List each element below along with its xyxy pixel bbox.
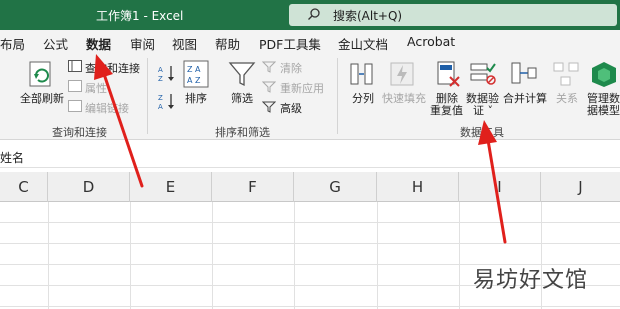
queries-connections-button[interactable]: 查询和连接 [85, 60, 140, 76]
column-header-f[interactable]: F [212, 172, 294, 202]
filter-button[interactable]: 筛选 [231, 90, 253, 106]
sort-az-icon[interactable]: A Z [158, 64, 176, 82]
refresh-all-button[interactable]: 全部刷新 [20, 90, 64, 106]
column-header-d[interactable]: D [48, 172, 130, 202]
relationships-icon [553, 62, 579, 86]
clear-button[interactable]: 清除 [280, 60, 302, 76]
sort-icon: Z A A Z [183, 60, 209, 88]
tab-pdf-tools[interactable]: PDF工具集 [259, 34, 321, 53]
column-line [459, 202, 460, 309]
column-header-i[interactable]: I [459, 172, 541, 202]
column-header-c[interactable]: C [0, 172, 48, 202]
edit-links-button[interactable]: 编辑链接 [85, 100, 129, 116]
column-header-j[interactable]: J [541, 172, 620, 202]
tab-layout[interactable]: 布局 [0, 34, 25, 53]
data-validation-icon [470, 63, 496, 85]
formula-bar: 姓名 [0, 146, 620, 168]
search-icon [308, 8, 320, 20]
window-title: 工作簿1 - Excel [96, 9, 184, 23]
filter-icon [228, 62, 256, 87]
column-line [130, 202, 131, 309]
flash-fill-icon [390, 62, 414, 86]
tab-view[interactable]: 视图 [172, 34, 197, 53]
data-validation-dropdown[interactable]: 证 ˅ [473, 102, 493, 118]
tab-data[interactable]: 数据 [86, 34, 112, 58]
svg-text:Z: Z [158, 94, 163, 102]
flash-fill-button[interactable]: 快速填充 [382, 90, 426, 106]
tab-formulas[interactable]: 公式 [43, 34, 68, 53]
search-box[interactable]: 搜索(Alt+Q) [289, 4, 617, 26]
remove-duplicates-icon [437, 61, 460, 87]
group-label-data-tools: 数据工具 [460, 126, 504, 139]
tab-help[interactable]: 帮助 [215, 34, 240, 53]
svg-text:A: A [158, 103, 163, 110]
properties-icon [68, 80, 82, 92]
svg-text:A Z: A Z [187, 76, 201, 85]
column-header-h[interactable]: H [377, 172, 459, 202]
clear-filter-icon [262, 61, 276, 73]
refresh-all-icon [29, 61, 51, 87]
title-bar: 工作簿1 - Excel 搜索(Alt+Q) [0, 0, 620, 30]
svg-text:Z: Z [158, 75, 163, 82]
manage-data-model-label-2: 据模型 [587, 104, 620, 117]
queries-icon [68, 60, 82, 72]
group-label-queries: 查询和连接 [52, 126, 107, 139]
column-headers: C D E F G H I J [0, 172, 620, 202]
reapply-icon [262, 81, 276, 93]
column-line [377, 202, 378, 309]
svg-text:Z A: Z A [187, 65, 201, 74]
text-to-columns-icon [350, 63, 373, 85]
tab-kingsoft-docs[interactable]: 金山文档 [338, 34, 388, 53]
relationships-button[interactable]: 关系 [556, 90, 578, 106]
column-header-e[interactable]: E [130, 172, 212, 202]
advanced-filter-icon [262, 101, 276, 113]
manage-data-model-icon [592, 62, 616, 87]
row-line [0, 243, 620, 244]
consolidate-icon [511, 62, 537, 84]
column-line [212, 202, 213, 309]
sort-button[interactable]: 排序 [185, 90, 207, 106]
tab-acrobat[interactable]: Acrobat [407, 34, 455, 49]
group-separator [147, 58, 148, 134]
search-placeholder: 搜索(Alt+Q) [333, 9, 403, 23]
svg-text:A: A [158, 66, 163, 74]
column-line [48, 202, 49, 309]
properties-button[interactable]: 属性 [85, 80, 107, 96]
row-line [0, 306, 620, 307]
row-line [0, 222, 620, 223]
remove-duplicates-label-2: 重复值 [430, 104, 463, 117]
sort-za-icon[interactable]: Z A [158, 92, 176, 110]
group-label-sort-filter: 排序和筛选 [215, 126, 270, 139]
ribbon-tabs: 布局 公式 数据 审阅 视图 帮助 PDF工具集 金山文档 Acrobat [0, 30, 620, 58]
column-header-g[interactable]: G [294, 172, 377, 202]
column-line [294, 202, 295, 309]
refresh-dropdown-icon[interactable]: ˅ [37, 102, 42, 112]
edit-links-icon [68, 100, 82, 112]
watermark-text: 易坊好文馆 [473, 268, 589, 293]
name-box-text[interactable]: 姓名 [0, 149, 24, 166]
text-to-columns-button[interactable]: 分列 [352, 90, 374, 106]
reapply-button[interactable]: 重新应用 [280, 80, 324, 96]
consolidate-button[interactable]: 合并计算 [503, 90, 547, 106]
advanced-button[interactable]: 高级 [280, 100, 302, 116]
group-separator [337, 58, 338, 134]
tab-review[interactable]: 审阅 [130, 34, 155, 53]
ribbon: 全部刷新 ˅ 查询和连接 属性 编辑链接 查询和连接 A Z Z A Z A A… [0, 54, 620, 140]
